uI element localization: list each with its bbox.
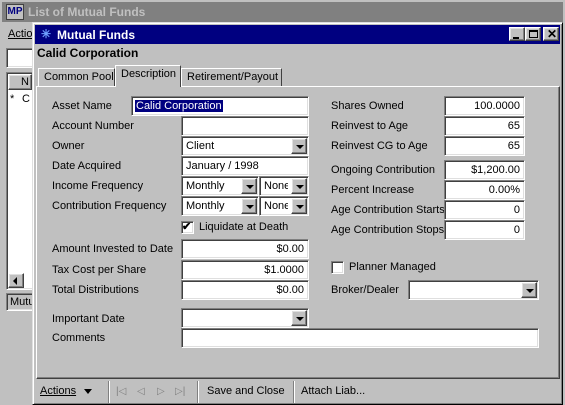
- income-frequency-dropdown-button[interactable]: [241, 178, 257, 194]
- next-record-icon[interactable]: ▷: [157, 386, 165, 397]
- income-frequency-select[interactable]: Monthly: [181, 176, 259, 196]
- reinvest-cg-age-label: Reinvest CG to Age: [331, 140, 428, 152]
- background-status-bar: Mutu: [6, 293, 34, 311]
- important-date-dropdown-button[interactable]: [291, 310, 307, 326]
- date-acquired-field[interactable]: January / 1998: [181, 156, 309, 176]
- tab-retirement-payout[interactable]: Retirement/Payout: [181, 68, 282, 87]
- asset-name-selection: Calid Corporation: [135, 100, 223, 112]
- tab-common-pool[interactable]: Common Pool: [38, 68, 115, 87]
- toolbar-separator: [197, 381, 199, 403]
- checkmark-icon: ✔: [182, 221, 192, 233]
- contribution-frequency-secondary-select[interactable]: None: [259, 196, 309, 216]
- dialog-title: Mutual Funds: [57, 28, 135, 42]
- age-contribution-starts-label: Age Contribution Starts: [331, 204, 445, 216]
- owner-select[interactable]: Client: [181, 136, 309, 156]
- broker-dealer-select[interactable]: [408, 280, 539, 300]
- percent-increase-label: Percent Increase: [331, 184, 415, 196]
- important-date-select[interactable]: [181, 308, 309, 328]
- owner-label: Owner: [52, 140, 85, 152]
- chevron-down-icon: [296, 185, 304, 189]
- first-record-icon[interactable]: |◁: [116, 386, 126, 397]
- background-window-titlebar: MP List of Mutual Funds: [2, 2, 563, 22]
- age-contribution-stops-label: Age Contribution Stops: [331, 224, 445, 236]
- amount-invested-label: Amount Invested to Date: [52, 243, 174, 255]
- actions-menu-button[interactable]: Actions: [40, 385, 93, 397]
- tax-cost-field[interactable]: $1.0000: [181, 260, 309, 280]
- tab-description[interactable]: Description: [115, 65, 181, 87]
- age-contribution-starts-field[interactable]: 0: [444, 200, 525, 220]
- total-distributions-field[interactable]: $0.00: [181, 280, 309, 300]
- reinvest-age-field[interactable]: 65: [444, 116, 525, 136]
- minimize-button[interactable]: [509, 27, 525, 41]
- amount-invested-field[interactable]: $0.00: [181, 239, 309, 259]
- broker-dealer-label: Broker/Dealer: [331, 284, 399, 296]
- chevron-down-icon: [296, 205, 304, 209]
- shares-owned-label: Shares Owned: [331, 100, 404, 112]
- income-frequency-secondary-select[interactable]: None: [259, 176, 309, 196]
- reinvest-age-label: Reinvest to Age: [331, 120, 409, 132]
- reinvest-cg-age-field[interactable]: 65: [444, 136, 525, 156]
- comments-label: Comments: [52, 332, 106, 344]
- broker-dealer-dropdown-button[interactable]: [521, 282, 537, 298]
- background-search-field[interactable]: [6, 48, 34, 68]
- background-scroll-left-button[interactable]: [8, 273, 24, 288]
- account-number-field[interactable]: [181, 116, 309, 136]
- liquidate-at-death-checkbox[interactable]: ✔: [181, 221, 194, 234]
- last-record-icon[interactable]: ▷|: [175, 386, 185, 397]
- planner-managed-checkbox[interactable]: [331, 261, 344, 274]
- total-distributions-label: Total Distributions: [52, 284, 139, 296]
- percent-increase-field[interactable]: 0.00%: [444, 180, 525, 200]
- income-frequency-secondary-dropdown-button[interactable]: [291, 178, 307, 194]
- chevron-down-icon: [246, 185, 254, 189]
- asset-name-field[interactable]: Calid Corporation: [131, 96, 309, 116]
- background-grid[interactable]: N * C: [6, 72, 34, 290]
- toolbar-separator: [293, 381, 295, 403]
- mutual-funds-dialog: ✳ Mutual Funds ✕ Calid Corporation Commo…: [32, 22, 563, 405]
- dialog-app-icon: ✳: [40, 27, 52, 41]
- background-grid-row-marker: *: [10, 93, 15, 105]
- account-number-label: Account Number: [52, 120, 134, 132]
- caret-down-icon: [84, 388, 93, 394]
- owner-dropdown-button[interactable]: [291, 138, 307, 154]
- close-button[interactable]: ✕: [543, 27, 559, 41]
- chevron-down-icon: [296, 145, 304, 149]
- close-icon: ✕: [547, 27, 558, 41]
- bottom-toolbar: Actions |◁ ◁ ▷ ▷| Save and Close Attach …: [36, 381, 560, 403]
- important-date-label: Important Date: [52, 313, 125, 325]
- toolbar-separator: [108, 381, 110, 403]
- income-frequency-label: Income Frequency: [52, 180, 144, 192]
- liquidate-at-death-label[interactable]: Liquidate at Death: [199, 221, 288, 233]
- contribution-frequency-dropdown-button[interactable]: [241, 198, 257, 214]
- attach-liability-button[interactable]: Attach Liab...: [301, 385, 365, 397]
- chevron-down-icon: [296, 317, 304, 321]
- background-window-title: List of Mutual Funds: [28, 5, 146, 19]
- app-logo-icon: MP: [6, 4, 24, 20]
- ongoing-contribution-label: Ongoing Contribution: [331, 164, 435, 176]
- contribution-frequency-secondary-dropdown-button[interactable]: [291, 198, 307, 214]
- date-acquired-label: Date Acquired: [52, 160, 122, 172]
- background-grid-header: N: [8, 74, 32, 90]
- ongoing-contribution-field[interactable]: $1,200.00: [444, 160, 525, 180]
- background-grid-row-text[interactable]: C: [22, 93, 30, 105]
- save-and-close-button[interactable]: Save and Close: [207, 385, 285, 397]
- background-menu-actions[interactable]: Actio: [8, 28, 32, 40]
- planner-managed-label[interactable]: Planner Managed: [349, 261, 436, 273]
- asset-name-label: Asset Name: [52, 100, 112, 112]
- chevron-down-icon: [246, 205, 254, 209]
- dialog-titlebar: ✳ Mutual Funds ✕: [35, 25, 560, 44]
- contribution-frequency-label: Contribution Frequency: [52, 200, 167, 212]
- company-name: Calid Corporation: [37, 46, 139, 60]
- contribution-frequency-select[interactable]: Monthly: [181, 196, 259, 216]
- maximize-icon: [529, 30, 538, 38]
- shares-owned-field[interactable]: 100.0000: [444, 96, 525, 116]
- maximize-button[interactable]: [525, 27, 541, 41]
- previous-record-icon[interactable]: ◁: [137, 386, 145, 397]
- comments-field[interactable]: [181, 328, 539, 348]
- chevron-down-icon: [526, 289, 534, 293]
- age-contribution-stops-field[interactable]: 0: [444, 220, 525, 240]
- minimize-icon: [513, 37, 519, 39]
- tax-cost-label: Tax Cost per Share: [52, 264, 147, 276]
